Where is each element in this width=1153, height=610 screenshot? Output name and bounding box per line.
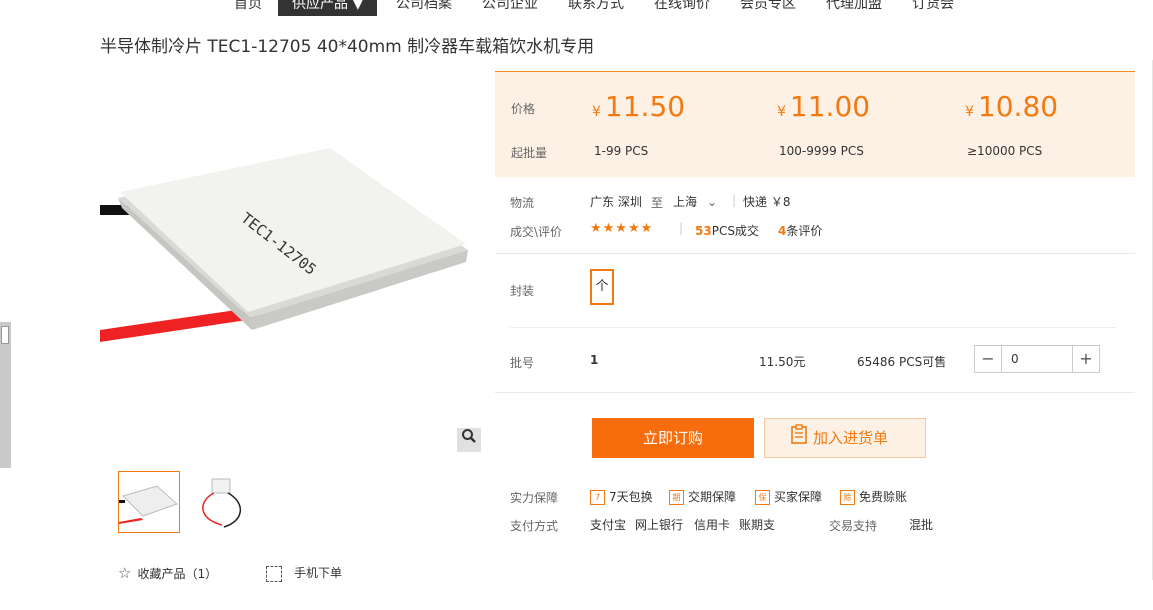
payment-credit-card: 信用卡 — [694, 518, 731, 532]
nav-inquiry[interactable]: 在线询价 — [654, 0, 710, 16]
mobile-order-link[interactable]: 手机下单 — [266, 564, 342, 582]
review-count[interactable]: 4条评价 — [778, 222, 822, 239]
shield-icon: 保 — [755, 490, 770, 505]
payment-label: 支付方式 — [510, 519, 559, 533]
nav-contact[interactable]: 联系方式 — [568, 0, 624, 16]
nav-company[interactable]: 公司企业 — [482, 0, 538, 16]
batch-label: 批号 — [510, 356, 535, 370]
nav-agency[interactable]: 代理加盟 — [826, 0, 882, 16]
price-label: 价格 — [511, 102, 536, 116]
side-scrollbar[interactable] — [0, 322, 11, 468]
thumbnail-2[interactable] — [188, 471, 250, 533]
return-icon: 7 — [590, 490, 605, 505]
payment-bank: 网上银行 — [635, 518, 684, 532]
quantity-stepper: − 0 + — [974, 345, 1100, 373]
guarantee-buyer[interactable]: 保买家保障 — [755, 488, 822, 505]
to-word: 至 — [651, 196, 664, 210]
product-title: 半导体制冷片 TEC1-12705 40*40mm 制冷器车载箱饮水机专用 — [100, 37, 595, 57]
nav-company-profile[interactable]: 公司档案 — [396, 0, 452, 16]
express-fee: 快递 ￥8 — [743, 195, 791, 209]
divider: | — [732, 193, 737, 207]
trade-support-label: 交易支持 — [829, 519, 878, 533]
increase-button[interactable]: + — [1072, 346, 1099, 372]
ship-to-select[interactable]: 上海 ⌄ — [673, 193, 717, 210]
credit-icon: 赊 — [840, 490, 855, 505]
deals-label: 成交\评价 — [510, 225, 563, 239]
package-option[interactable]: 个 — [590, 269, 614, 305]
separator — [495, 253, 1135, 254]
payment-alipay: 支付宝 — [590, 518, 627, 532]
trade-support-value: 混批 — [909, 518, 934, 532]
clipboard-icon — [791, 420, 807, 458]
payment-term: 账期支 — [739, 518, 776, 532]
stock-available: 65486 PCS可售 — [857, 355, 947, 369]
delivery-icon: 期 — [669, 490, 684, 505]
nav-products[interactable]: 供应产品 ▼ — [278, 0, 378, 16]
guarantee-label: 实力保障 — [510, 491, 559, 505]
add-to-list-button[interactable]: 加入进货单 — [764, 418, 926, 458]
chevron-down-icon: ⌄ — [707, 195, 718, 209]
divider: | — [679, 221, 684, 235]
deal-count[interactable]: 53PCS成交 — [695, 222, 759, 239]
nav-members[interactable]: 会员专区 — [740, 0, 796, 16]
guarantee-delivery[interactable]: 期交期保障 — [669, 488, 736, 505]
qr-code-icon — [266, 565, 282, 582]
guarantee-7day[interactable]: 7 7天包换 — [590, 488, 653, 505]
favorite-link[interactable]: ☆ 收藏产品（1） — [118, 564, 217, 582]
qty-tier-1: 1-99 PCS — [594, 144, 649, 158]
decrease-button[interactable]: − — [975, 346, 1002, 372]
ship-from: 广东 深圳 — [590, 195, 642, 209]
buy-now-button[interactable]: 立即订购 — [592, 418, 754, 458]
rating-stars: ★★★★★ — [590, 221, 654, 236]
package-label: 封装 — [510, 284, 535, 298]
zoom-icon[interactable] — [457, 428, 481, 452]
qty-tier-3: ≥10000 PCS — [967, 144, 1043, 158]
tec-module-image: TEC1-12705 — [100, 148, 468, 342]
moq-label: 起批量 — [511, 146, 548, 160]
batch-value: 1 — [590, 353, 599, 367]
quantity-input[interactable]: 0 — [1011, 346, 1019, 372]
scroll-thumb[interactable] — [1, 326, 9, 344]
nav-home[interactable]: 首页 — [234, 0, 262, 16]
guarantee-credit[interactable]: 赊免费赊账 — [840, 488, 907, 505]
separator — [495, 392, 1135, 393]
qty-tier-2: 100-9999 PCS — [779, 144, 864, 158]
price-tier-2: ¥11.00 — [777, 90, 871, 123]
price-tier-1: ¥11.50 — [592, 90, 686, 123]
product-image[interactable]: TEC1-12705 — [100, 130, 480, 360]
thumbnail-1[interactable] — [118, 471, 180, 533]
star-outline-icon: ☆ — [118, 564, 132, 582]
nav-order-fair[interactable]: 订货会 — [912, 0, 954, 16]
price-panel: 价格 起批量 ¥11.50 ¥11.00 ¥10.80 1-99 PCS 100… — [495, 71, 1135, 177]
logistics-label: 物流 — [510, 196, 535, 210]
batch-price: 11.50元 — [759, 355, 806, 369]
separator — [510, 327, 1115, 328]
price-tier-3: ¥10.80 — [965, 90, 1059, 123]
